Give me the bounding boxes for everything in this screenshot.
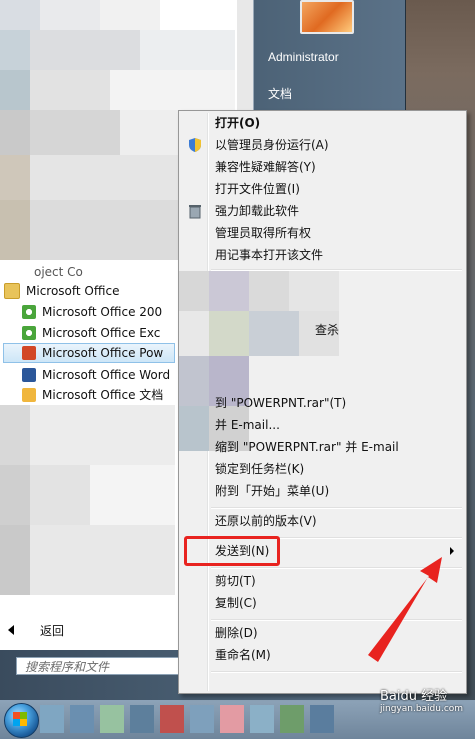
watermark-url: jingyan.baidu.com: [380, 704, 464, 714]
annotation-arrow-icon: [368, 557, 442, 662]
watermark-text: Baidu 经验: [380, 689, 448, 704]
baidu-watermark: Baidu 经验 jingyan.baidu.com: [380, 685, 463, 714]
